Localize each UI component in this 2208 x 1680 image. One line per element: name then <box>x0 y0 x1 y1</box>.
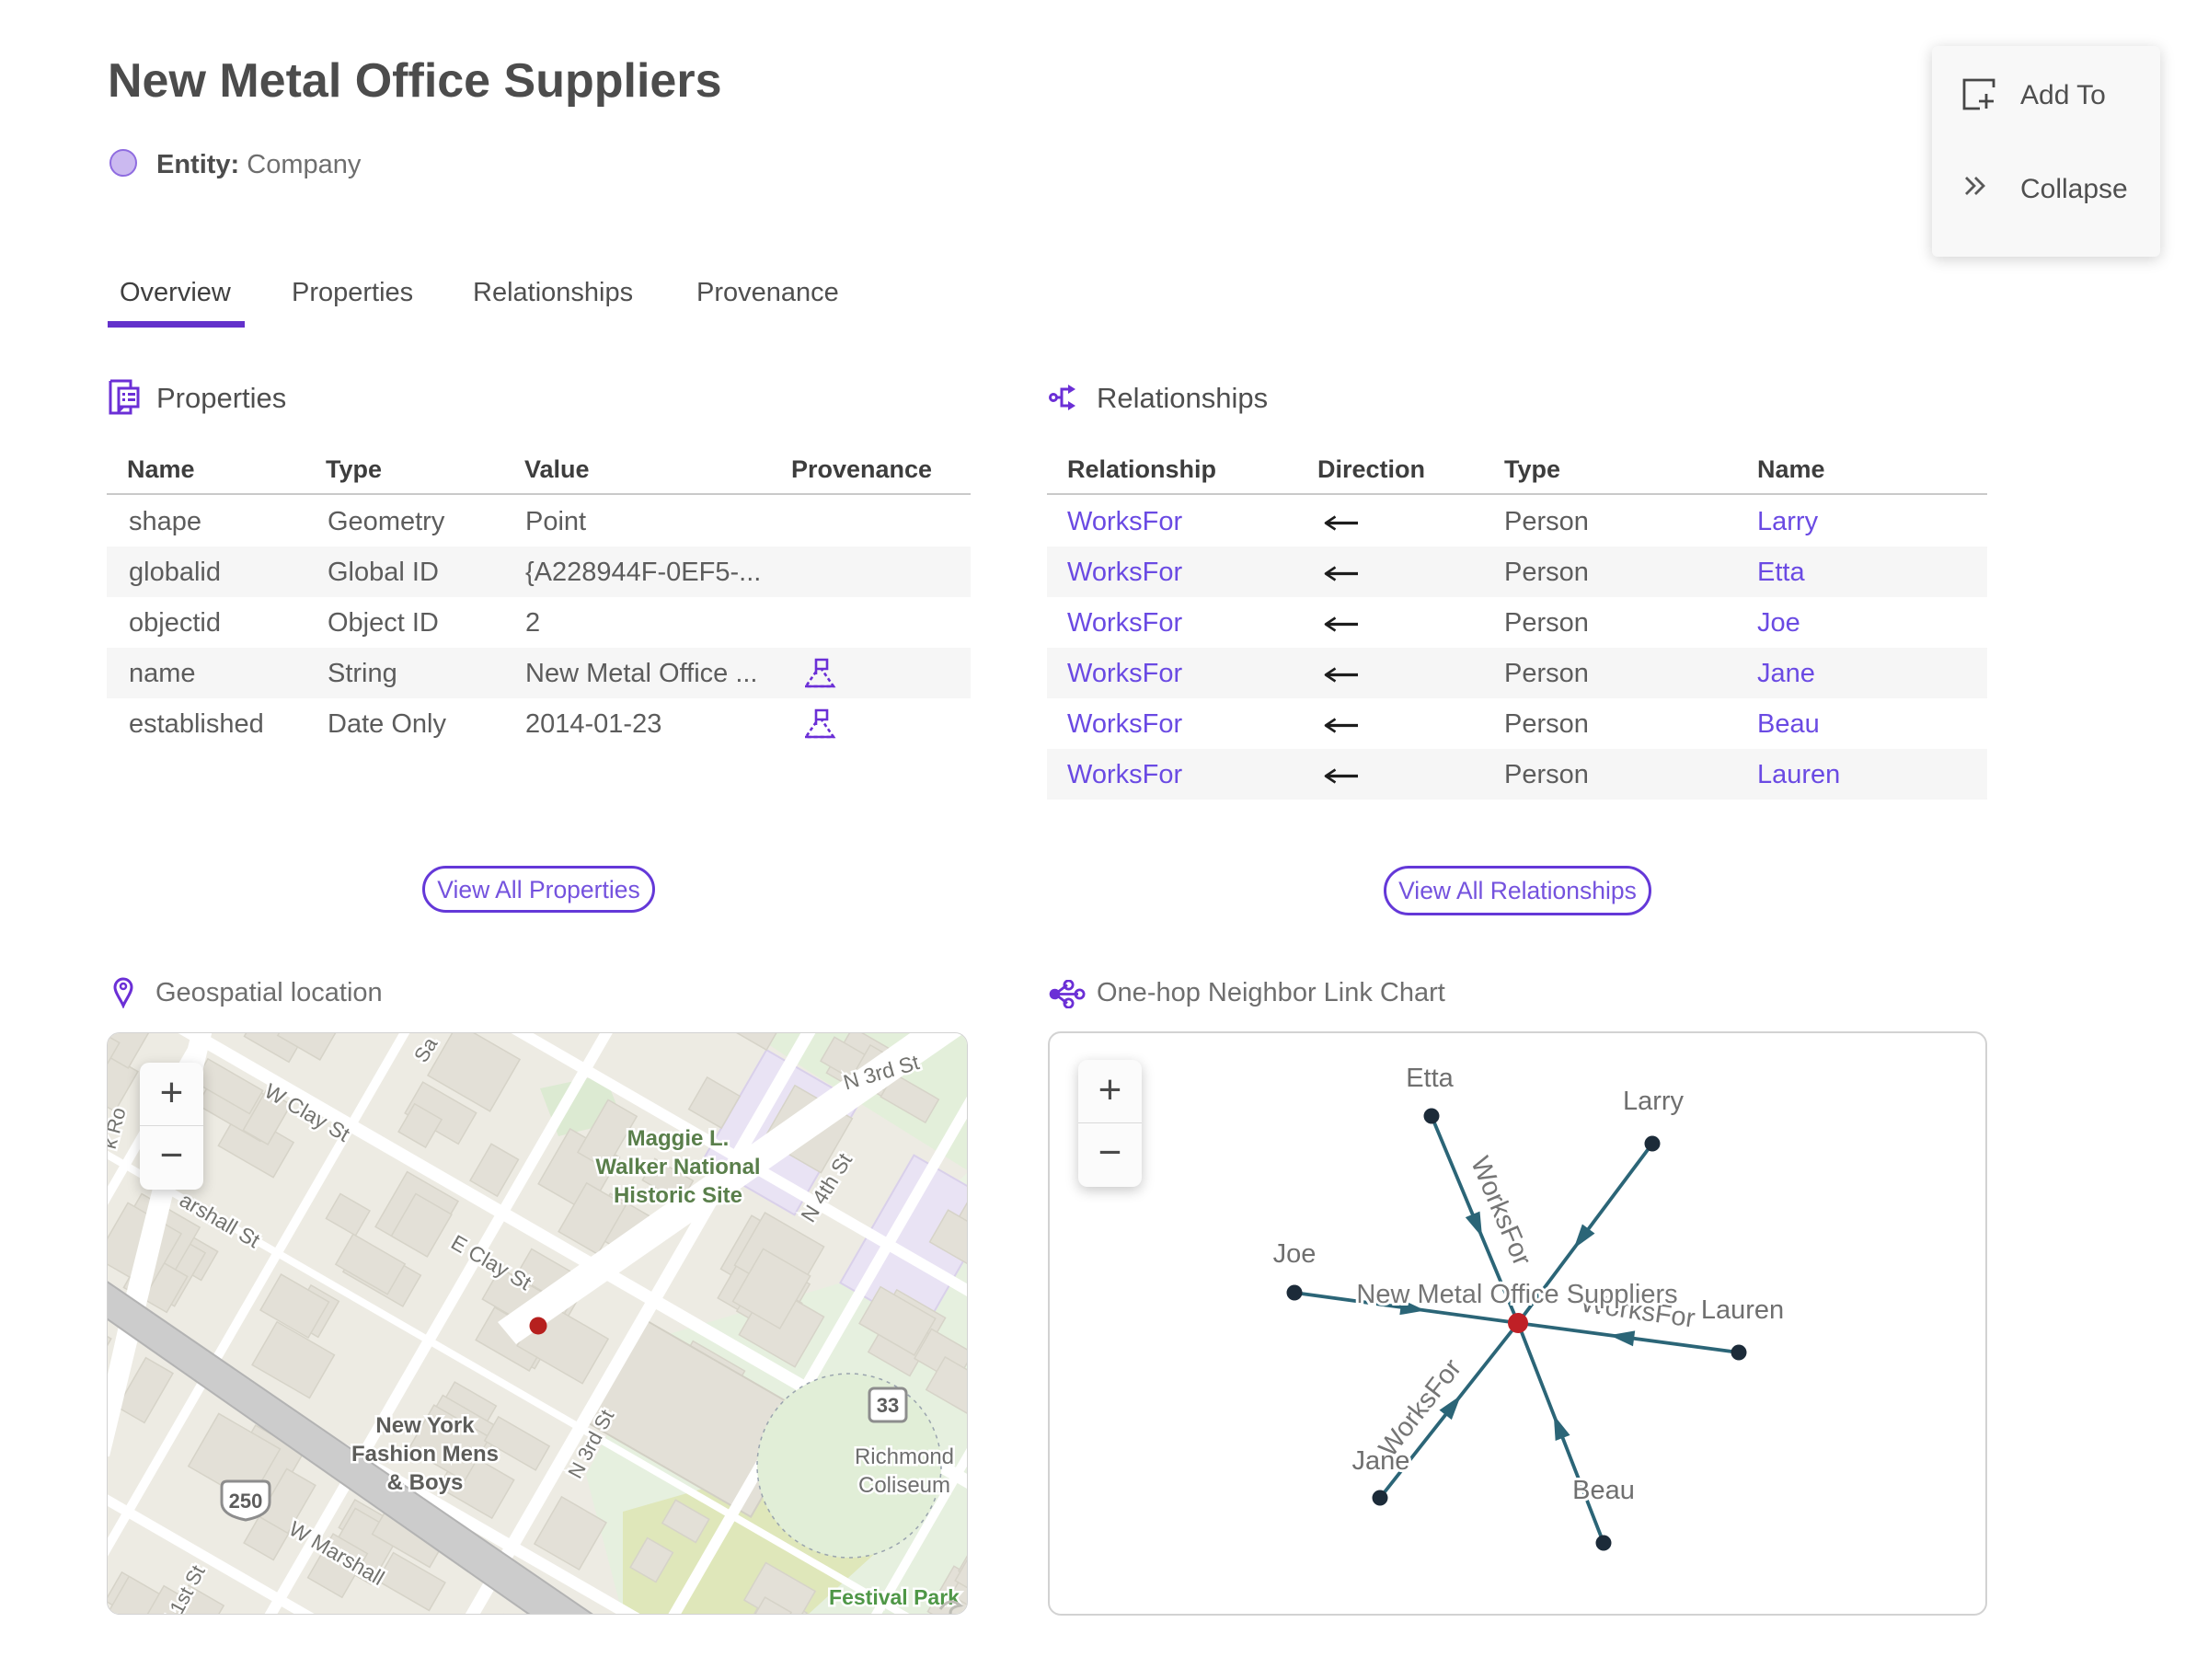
svg-text:33: 33 <box>877 1394 899 1417</box>
svg-text:Larry: Larry <box>1623 1087 1685 1116</box>
svg-text:New York: New York <box>375 1413 475 1438</box>
svg-text:WorksFor: WorksFor <box>1465 1153 1536 1271</box>
svg-text:Maggie L.: Maggie L. <box>627 1126 730 1151</box>
svg-text:New Metal Office Suppliers: New Metal Office Suppliers <box>1356 1280 1677 1309</box>
svg-text:Historic Site: Historic Site <box>614 1183 742 1208</box>
svg-text:Festival Park: Festival Park <box>829 1585 960 1609</box>
svg-text:Joe: Joe <box>1273 1239 1317 1269</box>
svg-text:Lauren: Lauren <box>1701 1295 1784 1325</box>
svg-text:Fashion Mens: Fashion Mens <box>351 1442 499 1467</box>
svg-text:& Boys: & Boys <box>387 1470 464 1495</box>
svg-text:Walker National: Walker National <box>595 1155 760 1179</box>
svg-text:250: 250 <box>229 1490 263 1513</box>
svg-text:Coliseum: Coliseum <box>858 1473 950 1498</box>
svg-text:Beau: Beau <box>1572 1476 1635 1505</box>
svg-text:Jane: Jane <box>1352 1446 1410 1476</box>
svg-text:Richmond: Richmond <box>855 1444 954 1469</box>
svg-text:Etta: Etta <box>1406 1064 1454 1093</box>
